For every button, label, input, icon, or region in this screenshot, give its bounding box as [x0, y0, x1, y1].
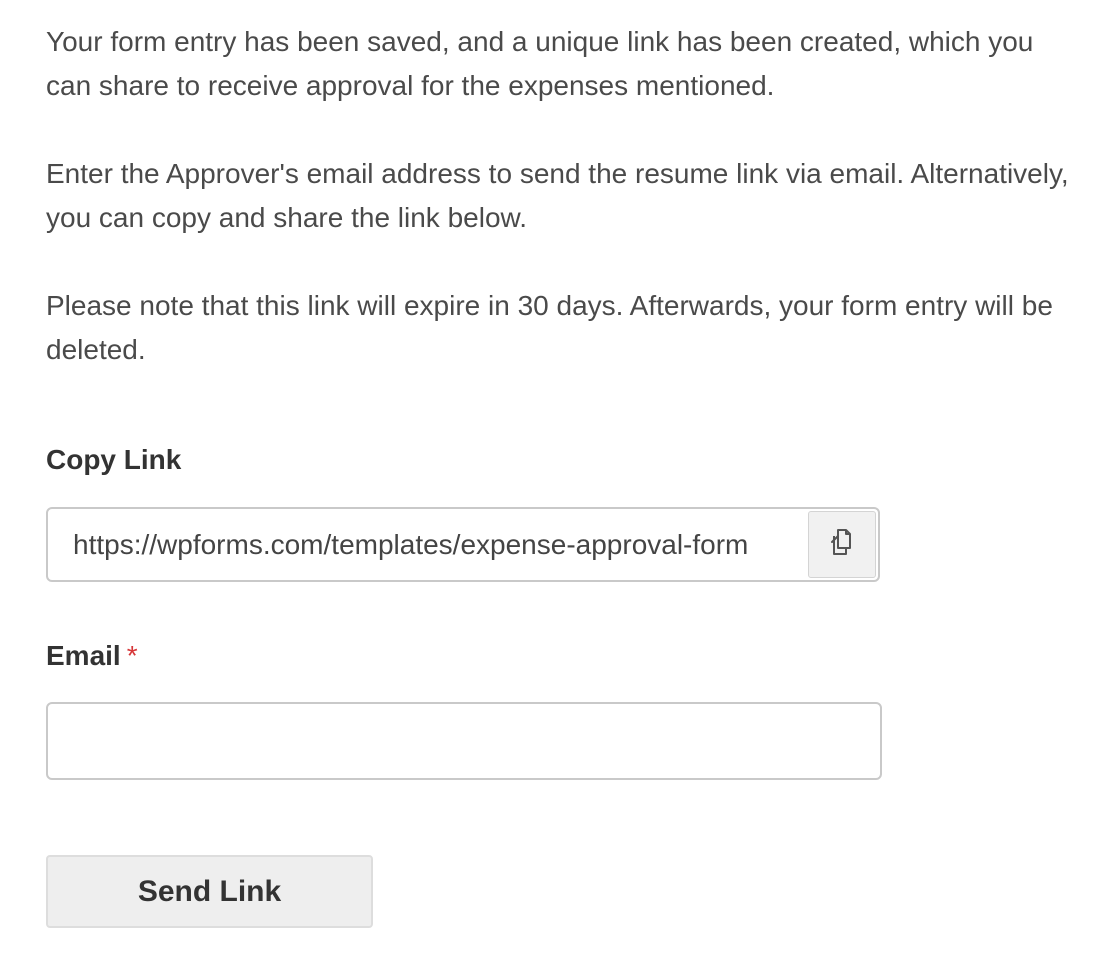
message-paragraph-expiry: Please note that this link will expire i… [46, 290, 1053, 365]
resume-message: Your form entry has been saved, and a un… [46, 20, 1086, 372]
copy-link-field[interactable]: https://wpforms.com/templates/expense-ap… [46, 507, 880, 582]
message-paragraph-instructions: Enter the Approver's email address to se… [46, 158, 1069, 233]
email-label: Email * [46, 638, 138, 674]
email-input[interactable] [46, 702, 882, 780]
required-marker: * [126, 640, 138, 671]
copy-icon [826, 526, 858, 563]
send-link-button[interactable]: Send Link [46, 855, 373, 928]
email-label-text: Email [46, 640, 121, 671]
confirmation-message: Your form entry has been saved, and a un… [46, 20, 1086, 372]
copy-link-button[interactable] [808, 511, 876, 578]
copy-link-label: Copy Link [46, 444, 182, 475]
copy-link-url[interactable]: https://wpforms.com/templates/expense-ap… [73, 509, 748, 580]
message-paragraph-saved: Your form entry has been saved, and a un… [46, 26, 1034, 101]
